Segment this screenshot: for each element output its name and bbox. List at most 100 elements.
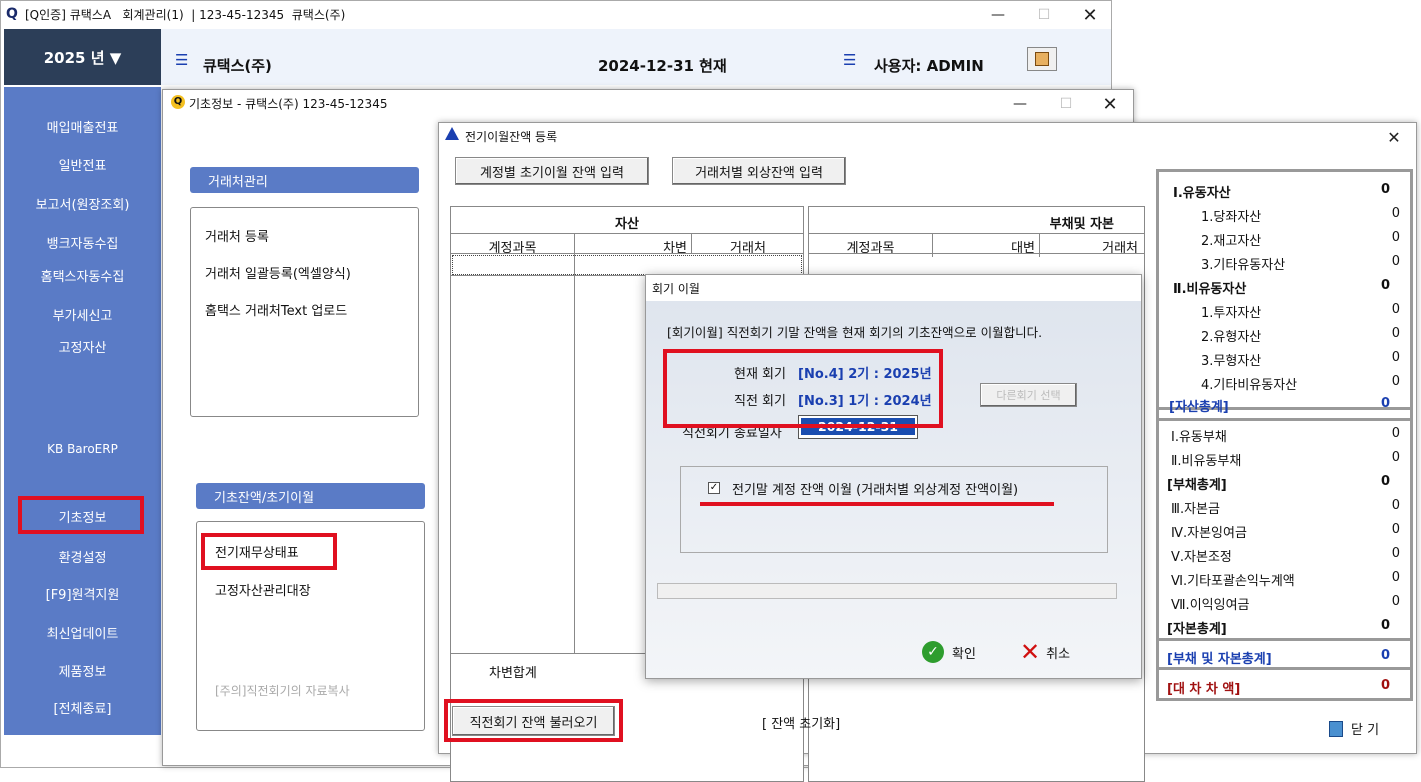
balance-title-bar: 전기이월잔액 등록 ✕ (439, 123, 1416, 149)
dialog-title-bar: 회기 이월 (646, 275, 1141, 301)
sum-capital-label: Ⅲ.자본금 (1171, 502, 1220, 517)
account-opening-button[interactable]: 계정별 초기이월 잔액 입력 (455, 157, 649, 185)
sidebar-item-settings[interactable]: 환경설정 (4, 547, 161, 566)
liab-summary: Ⅰ.유동부채 0 Ⅱ.비유동부채 0 [부채총계] 0 Ⅲ.자본금 0 Ⅳ.자본잉여금 0… (1156, 418, 1413, 690)
sidebar-item-remote-support[interactable]: [F9]원격지원 (4, 584, 161, 603)
balance-close-label: 닫 기 (1351, 723, 1380, 738)
main-header: ☰ 큐택스(주) 2024-12-31 현재 ☰ 사용자: ADMIN (161, 29, 1111, 85)
sidebar-item-vat[interactable]: 부가세신고 (4, 305, 161, 324)
user-list-icon: ☰ (843, 51, 857, 69)
highlight-basic-info (18, 496, 144, 534)
basic-minimize-button[interactable]: — (997, 92, 1043, 116)
prev-period-copy-note[interactable]: [주의]직전회기의 자료복사 (215, 682, 350, 699)
sum-tangible-label: 2.유형자산 (1201, 330, 1262, 345)
sum-diff-value: 0 (1380, 678, 1390, 693)
opening-balance-title: 기초잔액/초기이월 (214, 490, 315, 506)
sum-equity-total-label: [자본총계] (1167, 622, 1227, 637)
calendar-icon (1035, 52, 1049, 66)
year-selector[interactable]: 2025 년 ▼ (4, 29, 161, 85)
basic-title-bar: Q 기초정보 - 큐택스(주) 123-45-12345 — ☐ ✕ (163, 90, 1133, 116)
sum-current-liab-value: 0 (1391, 426, 1400, 441)
sum-retained-label: Ⅶ.이익잉여금 (1171, 598, 1250, 613)
account-opening-label: 계정별 초기이월 잔액 입력 (480, 165, 624, 181)
menu-vendor-bulk-register[interactable]: 거래처 일괄등록(엑셀양식) (205, 263, 351, 282)
checkbox-underline (700, 502, 1054, 506)
sidebar-item-exit-all[interactable]: [전체종료] (4, 698, 161, 717)
sum-aoci-value: 0 (1391, 570, 1400, 585)
carryover-checkbox-label: 전기말 계정 잔액 이월 (거래처별 외상계정 잔액이월) (732, 483, 1019, 498)
menu-fixed-asset-ledger[interactable]: 고정자산관리대장 (215, 580, 311, 599)
sum-other-current-value: 0 (1391, 254, 1400, 269)
select-other-period-label: 다른회기 선택 (996, 389, 1061, 402)
main-title-bar: Q [Q인증] 큐택스A 회계관리(1) | 123-45-12345 큐택스(… (1, 1, 1111, 28)
check-circle-icon: ✓ (922, 641, 944, 663)
carryover-checkbox[interactable]: ✓ (708, 482, 720, 494)
basic-maximize-button[interactable]: ☐ (1043, 92, 1089, 116)
vendor-ar-button[interactable]: 거래처별 외상잔액 입력 (672, 157, 846, 185)
sum-other-current-label: 3.기타유동자산 (1201, 258, 1286, 273)
liabilities-header: 부채및 자본 (1049, 217, 1114, 232)
sum-equity-total-value: 0 (1380, 618, 1390, 633)
sidebar-item-fixed-assets[interactable]: 고정자산 (4, 337, 161, 356)
sidebar-item-hometax-collect[interactable]: 홈택스자동수집 (4, 266, 161, 285)
sum-retained-value: 0 (1391, 594, 1400, 609)
vendor-mgmt-title: 거래처관리 (208, 174, 268, 190)
sum-capital-value: 0 (1391, 498, 1400, 513)
opening-balance-header: 기초잔액/초기이월 (196, 483, 425, 509)
calendar-button[interactable] (1027, 47, 1057, 71)
assets-input-row[interactable] (452, 255, 802, 275)
sum-noncurrent-value: 0 (1380, 278, 1390, 293)
balance-close-action[interactable]: 닫 기 (1329, 719, 1379, 738)
sum-capital-surplus-value: 0 (1391, 522, 1400, 537)
sum-liab-equity-total-label: [부채 및 자본총계] (1167, 652, 1272, 667)
sum-investment-value: 0 (1391, 302, 1400, 317)
ok-button[interactable]: ✓ 확인 (922, 641, 976, 663)
balance-close-button[interactable]: ✕ (1379, 125, 1409, 149)
highlight-prev-balance-sheet (201, 533, 337, 570)
menu-hometax-vendor-upload[interactable]: 홈택스 거래처Text 업로드 (205, 300, 347, 319)
sidebar-item-sales-voucher[interactable]: 매입매출전표 (4, 117, 161, 136)
carryover-option-group: ✓ 전기말 계정 잔액 이월 (거래처별 외상계정 잔액이월) (680, 466, 1108, 553)
sidebar-item-bank-collect[interactable]: 뱅크자동수집 (4, 233, 161, 252)
main-maximize-button[interactable]: ☐ (1021, 3, 1067, 27)
dialog-description: [회기이월] 직전회기 기말 잔액을 현재 회기의 기초잔액으로 이월합니다. (667, 325, 1043, 340)
cancel-label: 취소 (1046, 646, 1071, 662)
user-name: 사용자: ADMIN (874, 57, 984, 75)
sum-quick-assets-value: 0 (1391, 206, 1400, 221)
sum-other-noncurrent-value: 0 (1391, 374, 1400, 389)
highlight-period-info (663, 349, 943, 428)
basic-close-button[interactable]: ✕ (1087, 92, 1133, 116)
sum-capital-surplus-label: Ⅳ.자본잉여금 (1171, 526, 1247, 541)
diff-summary: [대 차 차 액] 0 (1156, 675, 1413, 701)
sum-inventory-label: 2.재고자산 (1201, 234, 1262, 249)
sidebar-item-reports[interactable]: 보고서(원장조회) (4, 194, 161, 213)
reset-balance-link[interactable]: [ 잔액 초기화] (762, 713, 840, 732)
vendor-mgmt-list: 거래처 등록 거래처 일괄등록(엑셀양식) 홈택스 거래처Text 업로드 (190, 207, 419, 417)
dialog-title: 회기 이월 (652, 282, 700, 296)
cancel-button[interactable]: ✕ 취소 (1020, 640, 1071, 664)
basic-window-title: 기초정보 - 큐택스(주) 123-45-12345 (189, 97, 388, 111)
sum-inventory-value: 0 (1391, 230, 1400, 245)
highlight-load-prev (444, 699, 623, 742)
main-minimize-button[interactable]: — (975, 3, 1021, 27)
sidebar-item-product-info[interactable]: 제품정보 (4, 661, 161, 680)
sum-assets-total-value: 0 (1380, 396, 1390, 411)
dialog-body: [회기이월] 직전회기 기말 잔액을 현재 회기의 기초잔액으로 이월합니다. … (646, 301, 1141, 678)
list-icon: ☰ (175, 51, 189, 69)
select-other-period-button[interactable]: 다른회기 선택 (980, 383, 1077, 407)
sidebar-item-update[interactable]: 최신업데이트 (4, 623, 161, 642)
ok-label: 확인 (952, 646, 976, 662)
app-logo-icon: Q (6, 6, 18, 22)
sum-noncurrent-liab-value: 0 (1391, 450, 1400, 465)
menu-vendor-register[interactable]: 거래처 등록 (205, 226, 269, 245)
sidebar-item-kb-baroerp[interactable]: KB BaroERP (4, 442, 161, 456)
sidebar-item-general-voucher[interactable]: 일반전표 (4, 155, 161, 174)
company-name: 큐택스(주) (203, 57, 272, 75)
warning-triangle-icon (445, 127, 459, 140)
sum-aoci-label: Ⅵ.기타포괄손익누계액 (1171, 574, 1295, 589)
sum-current-liab-label: Ⅰ.유동부채 (1171, 430, 1227, 445)
progress-bar (657, 583, 1117, 599)
assets-header: 자산 (615, 217, 639, 232)
sum-noncurrent-liab-label: Ⅱ.비유동부채 (1171, 454, 1242, 469)
main-close-button[interactable]: ✕ (1067, 3, 1113, 27)
